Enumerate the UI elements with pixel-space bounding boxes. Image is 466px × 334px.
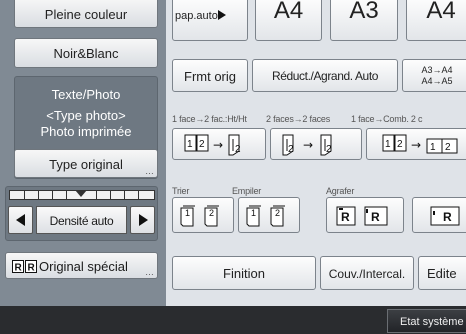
reduce-preset-line-1: A3→A4: [421, 65, 453, 75]
svg-text:R: R: [371, 210, 380, 224]
svg-text:2: 2: [209, 208, 214, 218]
svg-text:→: →: [213, 138, 223, 152]
svg-text:R: R: [341, 210, 350, 224]
svg-text:→: →: [303, 138, 313, 152]
staple-caption: Agrafer: [326, 186, 355, 196]
paper-tray-3-button[interactable]: A4: [406, 0, 466, 41]
auto-density-button[interactable]: Densité auto: [36, 206, 127, 234]
auto-reduce-enlarge-button[interactable]: Réduct./Agrand. Auto: [252, 59, 398, 92]
svg-text:2: 2: [397, 139, 403, 150]
svg-text:2: 2: [199, 139, 205, 150]
original-type-label: Type original: [49, 157, 123, 172]
duplex-combine-button[interactable]: 1 2 → 1 2: [366, 128, 466, 160]
svg-text:R: R: [28, 263, 36, 274]
svg-text:→: →: [411, 138, 421, 152]
more-options-icon: …: [145, 267, 154, 277]
staple-position-icon: R: [430, 206, 460, 226]
svg-text:2: 2: [326, 144, 332, 155]
stack-button[interactable]: 1 2: [238, 197, 300, 233]
duplex-2to2-icon: 2 → 2: [282, 134, 332, 156]
svg-text:2: 2: [275, 208, 280, 218]
duplex-combine-icon: 1 2 → 1 2: [382, 134, 458, 154]
svg-text:1: 1: [251, 208, 256, 218]
selected-arrow-icon: [217, 10, 226, 20]
svg-text:2: 2: [235, 144, 241, 155]
system-status-button[interactable]: Etat système: [387, 309, 466, 333]
original-mode-title: Texte/Photo: [51, 87, 121, 102]
sort-caption: Trier: [172, 186, 190, 196]
paper-tray-2-button[interactable]: A3: [330, 0, 398, 41]
original-format-button[interactable]: Frmt orig: [172, 59, 248, 92]
stack-icon: 1 2: [246, 205, 285, 227]
tab-finishing[interactable]: Finition: [172, 256, 316, 290]
full-color-button[interactable]: Pleine couleur: [14, 0, 158, 28]
svg-text:R: R: [443, 210, 452, 224]
original-type-button[interactable]: Type original …: [14, 149, 158, 178]
staple-position-button[interactable]: R: [412, 197, 466, 233]
sort-icon: 1 2: [180, 205, 219, 227]
status-bar: Etat système: [0, 306, 466, 334]
special-original-label: Original spécial: [39, 259, 128, 274]
tab-edit[interactable]: Edite: [418, 256, 466, 290]
special-original-button[interactable]: R R Original spécial …: [5, 252, 158, 279]
duplex-2to2-button[interactable]: 2 → 2: [270, 128, 362, 160]
reduce-preset-button[interactable]: A3→A4 A4→A5: [402, 59, 466, 92]
density-decrease-button[interactable]: [8, 206, 33, 234]
density-panel: Densité auto: [5, 186, 158, 241]
tab-cover-interleaf[interactable]: Couv./Intercal.: [320, 256, 414, 290]
duplex-1to2-button[interactable]: 1 2 → 2: [172, 128, 266, 160]
reduce-preset-line-2: A4→A5: [421, 76, 453, 86]
svg-text:1: 1: [185, 208, 190, 218]
stack-caption: Empiler: [232, 186, 262, 196]
density-marker-icon: [75, 190, 87, 197]
staple-icon: R R: [336, 206, 388, 226]
arrow-right-icon: [139, 214, 148, 226]
duplex-caption-1: 1 face→2 fac.:Ht/Ht: [172, 114, 247, 124]
svg-text:2: 2: [445, 142, 451, 153]
black-white-button[interactable]: Noir&Blanc: [14, 38, 158, 68]
more-options-icon: …: [145, 166, 154, 176]
svg-text:2: 2: [288, 144, 294, 155]
svg-text:1: 1: [187, 139, 193, 150]
density-scale: [9, 190, 155, 200]
paper-tray-1-button[interactable]: A4: [255, 0, 322, 41]
auto-paper-label: pap.auto: [175, 10, 218, 22]
special-original-icon: R R: [12, 260, 37, 273]
staple-button[interactable]: R R: [326, 197, 404, 233]
duplex-1to2-icon: 1 2 → 2: [184, 134, 241, 156]
duplex-caption-3: 1 face→Comb. 2 c: [351, 114, 423, 124]
svg-text:R: R: [15, 263, 23, 274]
auto-paper-button[interactable]: pap.auto: [172, 0, 248, 41]
left-settings-panel: Pleine couleur Noir&Blanc Texte/Photo <T…: [0, 0, 166, 306]
right-settings-panel: pap.auto A4 A3 A4 Frmt orig Réduct./Agra…: [166, 0, 466, 306]
arrow-left-icon: [16, 214, 25, 226]
duplex-caption-2: 2 faces→2 faces: [266, 114, 331, 124]
density-increase-button[interactable]: [130, 206, 155, 234]
svg-text:1: 1: [430, 142, 436, 153]
photo-printed-label: Photo imprimée: [40, 124, 132, 139]
svg-text:1: 1: [385, 139, 391, 150]
photo-type-label: <Type photo>: [46, 108, 126, 123]
sort-button[interactable]: 1 2: [172, 197, 234, 233]
